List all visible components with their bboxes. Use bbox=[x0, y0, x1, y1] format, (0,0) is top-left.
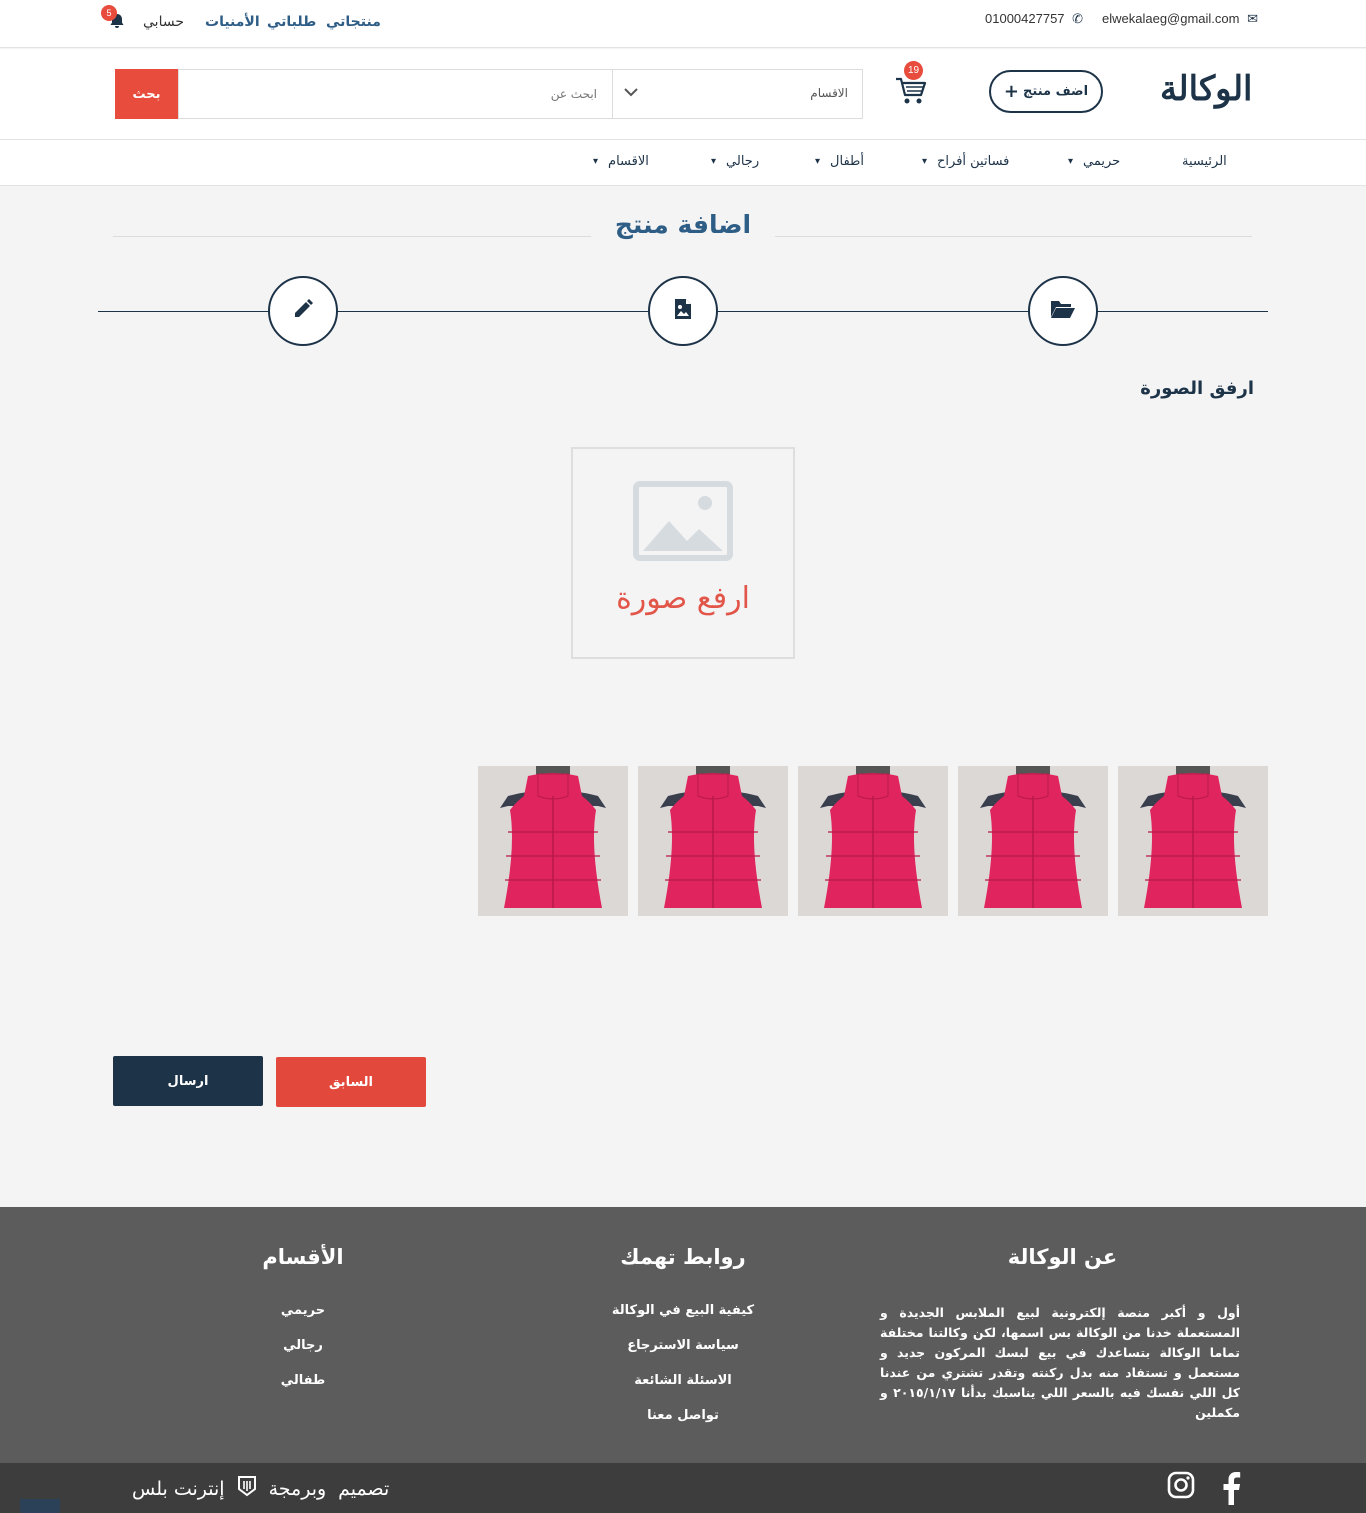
scroll-to-top-button[interactable] bbox=[20, 1499, 60, 1513]
page-title: اضافة منتج bbox=[614, 210, 752, 239]
instagram-icon[interactable] bbox=[1167, 1471, 1195, 1499]
credits-programming: وبرمجة bbox=[268, 1477, 327, 1500]
footer-categories-title: الأقسام bbox=[262, 1245, 344, 1269]
notification-badge: 5 bbox=[101, 5, 117, 21]
facebook-icon[interactable] bbox=[1218, 1471, 1244, 1505]
chevron-down-icon: ▾ bbox=[711, 156, 717, 167]
nav-item-wedding-dresses[interactable]: ▾ فساتين أفراح bbox=[922, 154, 1009, 169]
link-my-orders[interactable]: طلباتي bbox=[267, 14, 316, 30]
pencil-icon bbox=[292, 298, 314, 324]
envelope-icon: ✉ bbox=[1247, 11, 1259, 26]
nav-item-label: رجالي bbox=[726, 154, 760, 169]
footer-link[interactable]: تواصل معنا bbox=[583, 1408, 783, 1423]
previous-button[interactable]: السابق bbox=[276, 1057, 426, 1107]
contact-email[interactable]: elwekalaeg@gmail.com ✉ bbox=[1102, 11, 1258, 27]
chevron-down-icon: ▾ bbox=[815, 156, 821, 167]
nav-item-categories[interactable]: ▾ الاقسام bbox=[593, 154, 649, 169]
footer-category-link[interactable]: حريمي bbox=[203, 1303, 403, 1318]
product-thumbnail[interactable] bbox=[1118, 766, 1268, 916]
image-upload-dropzone[interactable]: ارفع صورة bbox=[571, 447, 795, 659]
product-thumbnail[interactable] bbox=[478, 766, 628, 916]
nav-item-kids[interactable]: ▾ أطفال bbox=[815, 154, 864, 169]
submit-button[interactable]: ارسال bbox=[113, 1056, 263, 1106]
upload-text: ارفع صورة bbox=[616, 581, 750, 616]
category-select-label: الاقسام bbox=[810, 86, 848, 100]
nav-item-home[interactable]: الرئيسية bbox=[1182, 154, 1227, 169]
nav-item-label: الرئيسية bbox=[1182, 154, 1227, 169]
add-product-label: اضف منتج bbox=[1023, 84, 1089, 99]
product-thumbnail[interactable] bbox=[638, 766, 788, 916]
step-image-file[interactable] bbox=[648, 276, 718, 346]
footer-link[interactable]: سياسة الاسترجاع bbox=[583, 1338, 783, 1353]
nav-item-label: فساتين أفراح bbox=[937, 154, 1010, 169]
link-my-products[interactable]: منتجاتي bbox=[326, 14, 381, 30]
credits[interactable]: إنترنت بلس وبرمجة تصميم bbox=[132, 1475, 389, 1502]
internet-plus-logo-icon bbox=[237, 1475, 257, 1502]
credits-design: تصميم bbox=[338, 1477, 390, 1500]
phone-icon: ✆ bbox=[1072, 11, 1084, 26]
link-wishlist[interactable]: الأمنيات bbox=[205, 14, 260, 30]
search-button[interactable]: بحث bbox=[115, 69, 178, 119]
vest-image bbox=[958, 766, 1108, 916]
search-input[interactable] bbox=[179, 70, 613, 118]
product-thumbnail[interactable] bbox=[958, 766, 1108, 916]
vest-image bbox=[478, 766, 628, 916]
footer-link[interactable]: الاسئلة الشائعة bbox=[583, 1373, 783, 1388]
footer-category-link[interactable]: طفالي bbox=[203, 1373, 403, 1388]
step-folder[interactable] bbox=[1028, 276, 1098, 346]
vest-image bbox=[1118, 766, 1268, 916]
site-logo[interactable]: الوكالة bbox=[1160, 69, 1253, 109]
add-product-button[interactable]: + اضف منتج bbox=[989, 70, 1103, 113]
nav-item-label: أطفال bbox=[830, 154, 864, 169]
search-bar: الاقسام bbox=[178, 69, 863, 119]
vest-image bbox=[638, 766, 788, 916]
step-edit[interactable] bbox=[268, 276, 338, 346]
header: الوكالة + اضف منتج 19 الاقسام بحث bbox=[0, 49, 1366, 140]
bottom-bar: إنترنت بلس وبرمجة تصميم bbox=[0, 1463, 1366, 1513]
footer-links-title: روابط تهمك bbox=[620, 1245, 746, 1269]
footer: عن الوكالة أول و أكبر منصة إلكترونية لبي… bbox=[0, 1207, 1366, 1463]
credits-company: إنترنت بلس bbox=[132, 1477, 225, 1500]
vest-image bbox=[798, 766, 948, 916]
title-divider-left bbox=[113, 236, 591, 237]
link-my-account[interactable]: حسابي bbox=[143, 14, 184, 30]
footer-about-text: أول و أكبر منصة إلكترونية لبيع الملابس ا… bbox=[880, 1305, 1240, 1420]
nav-item-label: الاقسام bbox=[608, 154, 649, 169]
nav-item-label: حريمي bbox=[1083, 154, 1121, 169]
cart-badge: 19 bbox=[904, 61, 923, 80]
title-divider-right bbox=[775, 236, 1252, 237]
category-select[interactable]: الاقسام bbox=[612, 70, 862, 118]
contact-phone[interactable]: 01000427757 ✆ bbox=[985, 11, 1083, 27]
nav-item-men[interactable]: ▾ رجالي bbox=[711, 154, 759, 169]
chevron-down-icon: ▾ bbox=[1068, 156, 1074, 167]
phone-text: 01000427757 bbox=[985, 11, 1065, 26]
footer-category-link[interactable]: رجالي bbox=[203, 1338, 403, 1353]
chevron-down-icon: ▾ bbox=[922, 156, 928, 167]
chevron-down-icon: ▾ bbox=[593, 156, 599, 167]
folder-open-icon bbox=[1050, 298, 1076, 324]
image-placeholder-icon bbox=[633, 481, 733, 565]
file-image-icon bbox=[674, 298, 692, 324]
attach-image-label: ارفق الصورة bbox=[1140, 378, 1254, 399]
product-thumbnail[interactable] bbox=[798, 766, 948, 916]
main-nav: الرئيسية ▾ حريمي ▾ فساتين أفراح ▾ أطفال … bbox=[0, 140, 1366, 186]
nav-item-women[interactable]: ▾ حريمي bbox=[1068, 154, 1120, 169]
footer-link[interactable]: كيفية البيع في الوكالة bbox=[583, 1303, 783, 1318]
footer-about-title: عن الوكالة bbox=[1007, 1245, 1118, 1269]
top-bar: elwekalaeg@gmail.com ✉ 01000427757 ✆ منت… bbox=[0, 0, 1366, 48]
email-text: elwekalaeg@gmail.com bbox=[1102, 11, 1240, 26]
plus-icon: + bbox=[1003, 81, 1020, 102]
chevron-down-icon bbox=[623, 84, 639, 100]
